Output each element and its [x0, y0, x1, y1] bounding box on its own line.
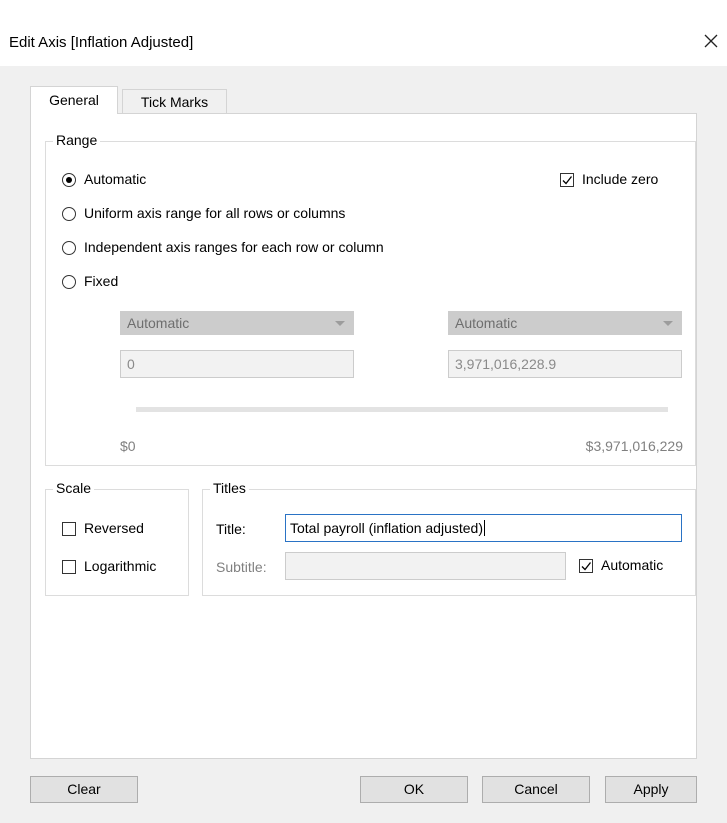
scale-legend: Scale: [53, 480, 95, 496]
range-end-display: $3,971,016,229: [585, 438, 683, 454]
range-end-input[interactable]: 3,971,016,228.9: [448, 350, 682, 378]
checkmark-icon: [562, 176, 573, 185]
title-input-value: Total payroll (inflation adjusted): [290, 520, 483, 536]
logarithmic-checkbox[interactable]: [62, 560, 76, 574]
radio-fixed[interactable]: [62, 275, 76, 289]
range-start-input[interactable]: 0: [120, 350, 354, 378]
automatic-subtitle-label: Automatic: [601, 557, 664, 573]
radio-automatic-label: Automatic: [84, 171, 147, 187]
range-start-mode-select[interactable]: Automatic: [120, 311, 354, 335]
text-cursor: [484, 520, 485, 536]
titles-legend: Titles: [210, 480, 249, 496]
automatic-subtitle-checkbox[interactable]: [579, 559, 593, 573]
chevron-down-icon: [335, 321, 345, 326]
include-zero-label: Include zero: [582, 171, 659, 187]
tab-tick-marks[interactable]: Tick Marks: [122, 89, 227, 113]
radio-uniform-axis-range-label: Uniform axis range for all rows or colum…: [84, 205, 346, 221]
range-end-mode-select[interactable]: Automatic: [448, 311, 682, 335]
subtitle-input[interactable]: [285, 552, 566, 580]
radio-independent-axis-ranges[interactable]: [62, 241, 76, 255]
radio-fixed-label: Fixed: [84, 273, 119, 289]
dialog-title: Edit Axis [Inflation Adjusted]: [9, 34, 194, 51]
tab-general[interactable]: General: [30, 86, 118, 114]
title-label: Title:: [216, 521, 246, 537]
ok-button[interactable]: OK: [360, 776, 468, 803]
logarithmic-label: Logarithmic: [84, 558, 157, 574]
cancel-button[interactable]: Cancel: [482, 776, 590, 803]
subtitle-label: Subtitle:: [216, 559, 267, 575]
apply-button[interactable]: Apply: [605, 776, 697, 803]
include-zero-checkbox[interactable]: [560, 173, 574, 187]
radio-uniform-axis-range[interactable]: [62, 207, 76, 221]
reversed-label: Reversed: [84, 520, 144, 536]
range-legend: Range: [53, 132, 101, 148]
radio-independent-axis-ranges-label: Independent axis ranges for each row or …: [84, 239, 384, 255]
reversed-checkbox[interactable]: [62, 522, 76, 536]
checkmark-icon: [581, 562, 592, 571]
clear-button[interactable]: Clear: [30, 776, 138, 803]
range-start-mode-value: Automatic: [127, 315, 190, 331]
chevron-down-icon: [663, 321, 673, 326]
range-slider[interactable]: [136, 407, 668, 412]
close-icon[interactable]: [700, 30, 722, 52]
title-input[interactable]: Total payroll (inflation adjusted): [285, 514, 682, 542]
radio-automatic[interactable]: [62, 173, 76, 187]
scale-group: [45, 489, 189, 596]
range-start-display: $0: [120, 438, 136, 454]
range-group: [45, 141, 696, 466]
range-end-mode-value: Automatic: [455, 315, 518, 331]
